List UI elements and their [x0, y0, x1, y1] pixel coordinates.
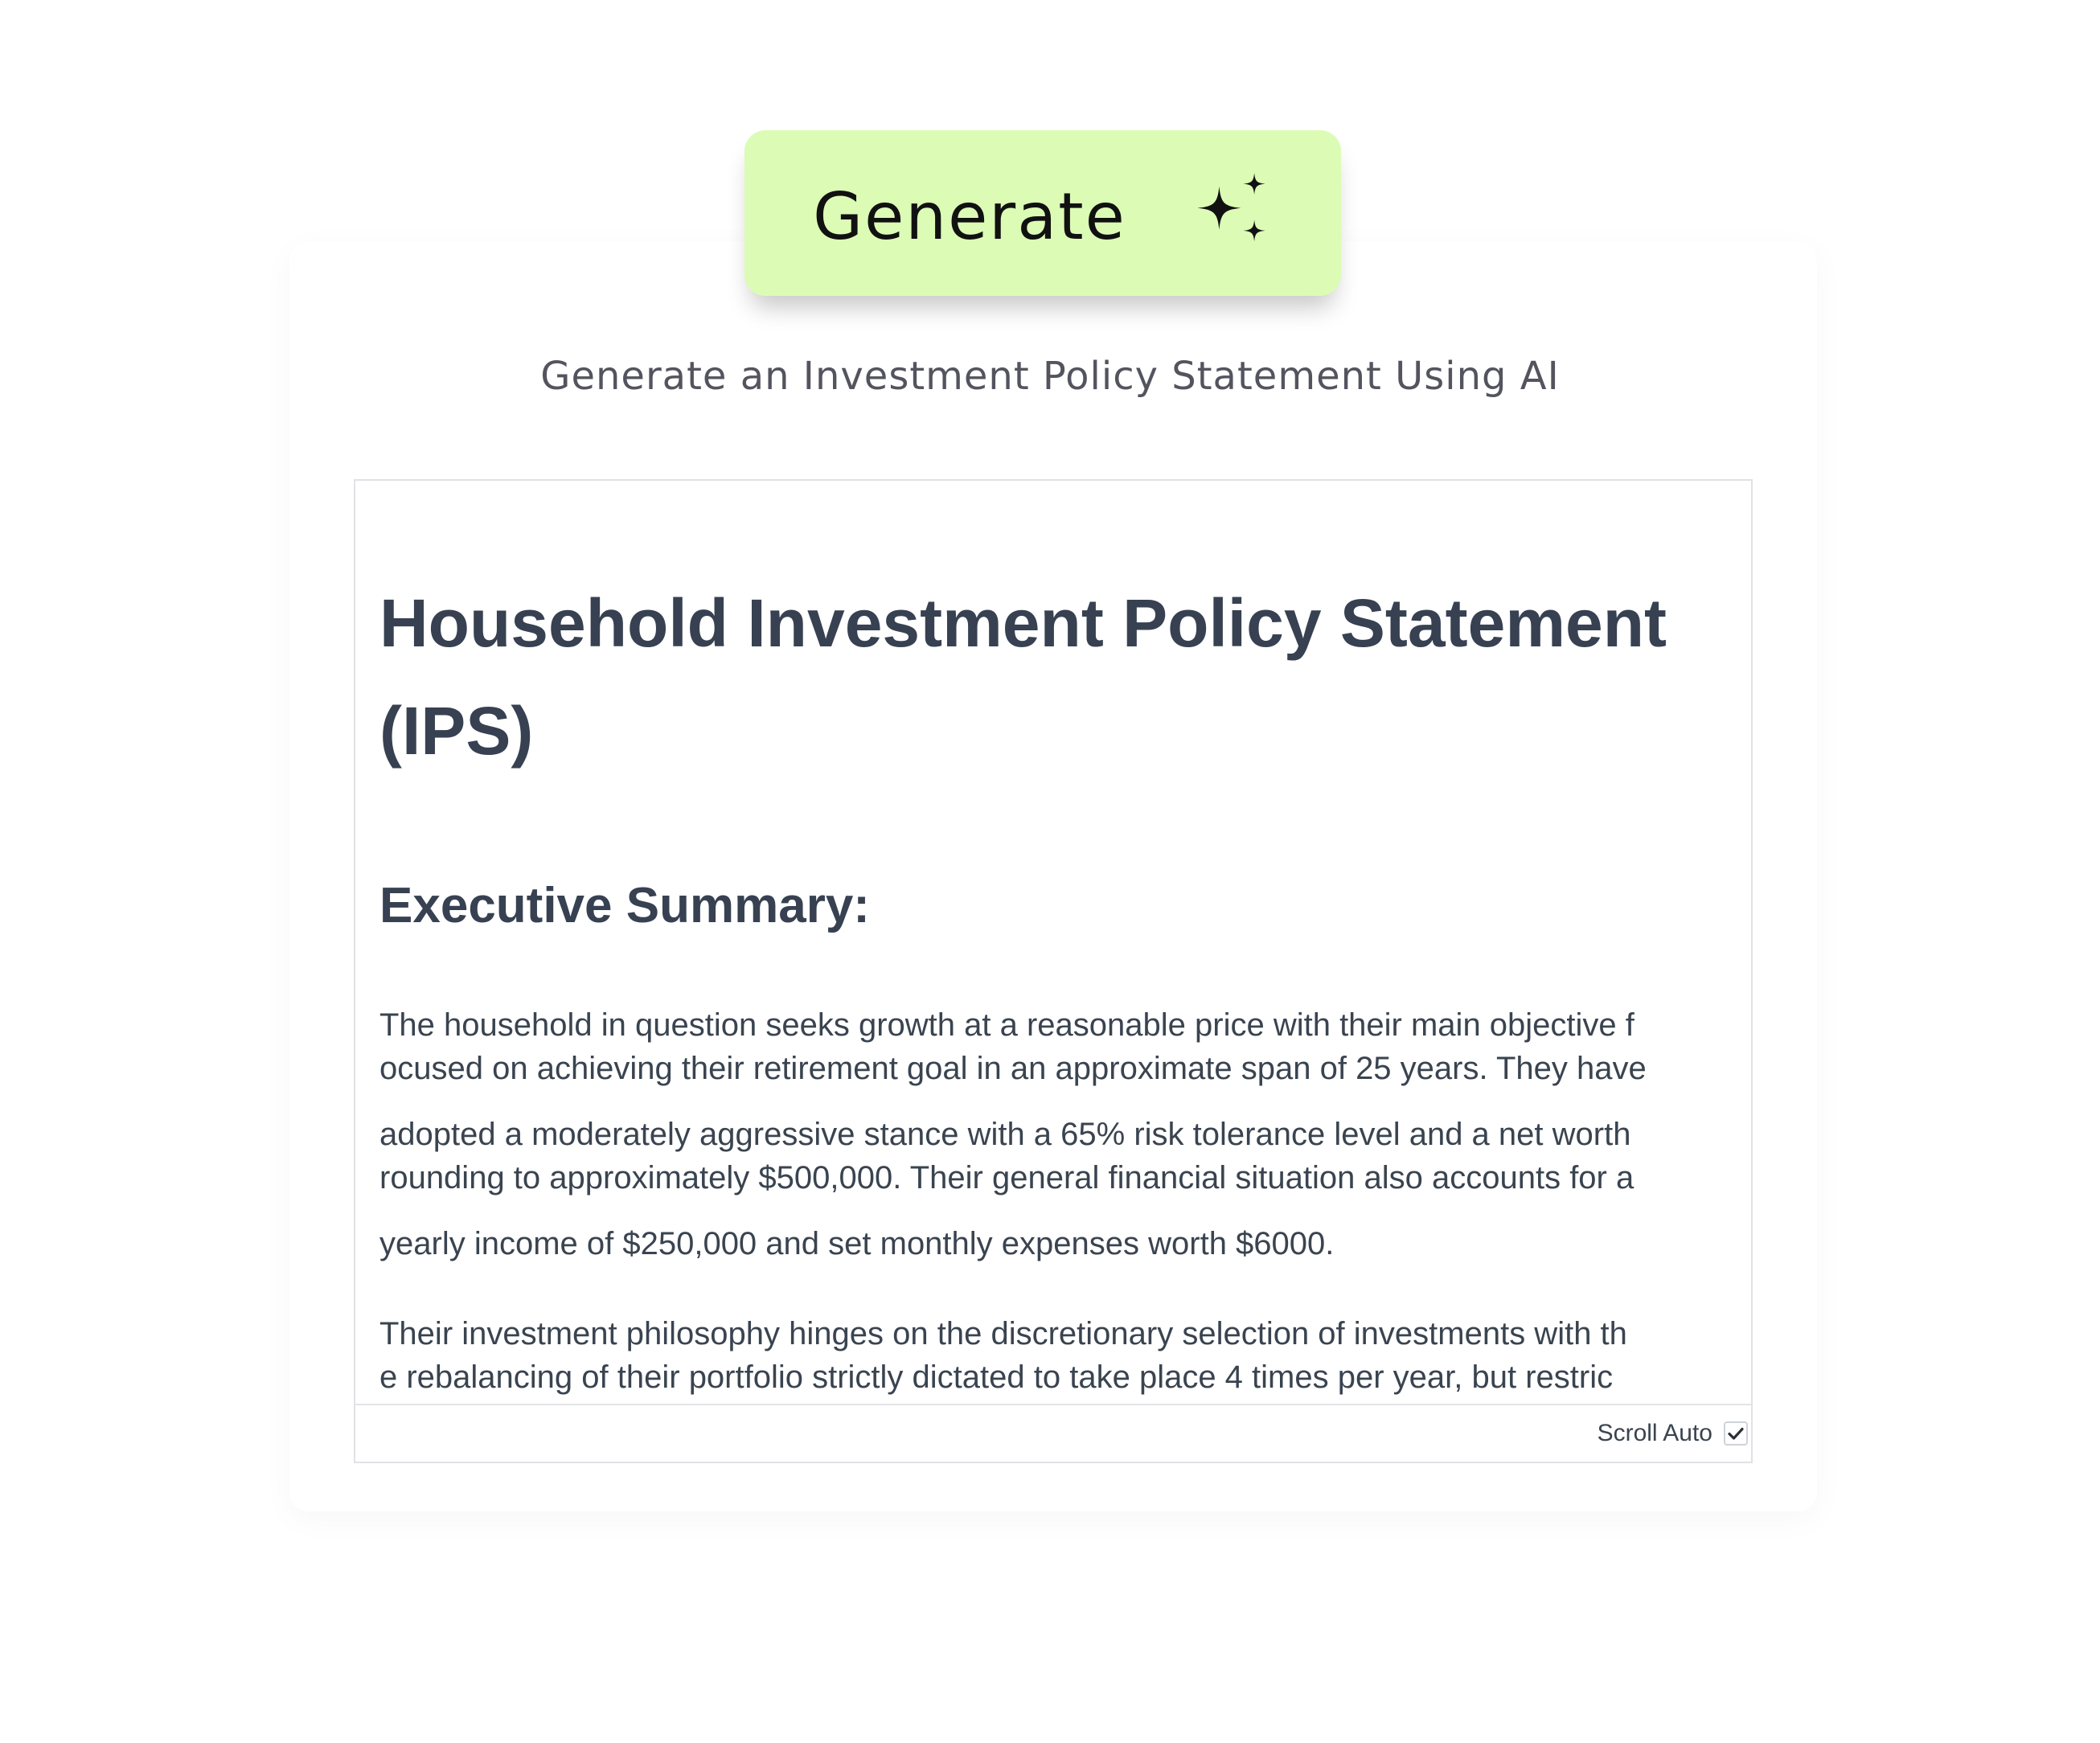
paragraph-line: yearly income of $250,000 and set monthl…	[379, 1226, 1335, 1261]
output-panel: Household Investment Policy Statement (I…	[354, 479, 1753, 1463]
paragraph-line: ocused on achieving their retirement goa…	[379, 1051, 1647, 1086]
paragraph-line: Their investment philosophy hinges on th…	[379, 1316, 1627, 1351]
paragraph-line: e rebalancing of their portfolio strictl…	[379, 1360, 1614, 1395]
generate-button[interactable]: Generate	[744, 130, 1341, 296]
generate-button-label: Generate	[813, 178, 1126, 254]
scroll-auto-checkbox[interactable]	[1724, 1421, 1748, 1446]
page: Generate Generate an Investment Policy S…	[0, 0, 2100, 1743]
section-heading: Executive Summary:	[379, 878, 870, 933]
checkmark-icon	[1728, 1427, 1744, 1440]
generated-document: Household Investment Policy Statement (I…	[379, 569, 1698, 1399]
page-subtitle: Generate an Investment Policy Statement …	[540, 354, 1560, 399]
output-footer: Scroll Auto	[355, 1405, 1751, 1462]
sparkles-icon	[1197, 173, 1265, 242]
document-title: Household Investment Policy Statement (I…	[379, 585, 1667, 769]
paragraph-line: The household in question seeks growth a…	[379, 1007, 1634, 1043]
scroll-auto-label: Scroll Auto	[1597, 1420, 1712, 1446]
paragraph-line: adopted a moderately aggressive stance w…	[379, 1117, 1631, 1152]
output-scroll-area[interactable]: Household Investment Policy Statement (I…	[355, 481, 1751, 1405]
paragraph-line: rounding to approximately $500,000. Thei…	[379, 1160, 1634, 1195]
